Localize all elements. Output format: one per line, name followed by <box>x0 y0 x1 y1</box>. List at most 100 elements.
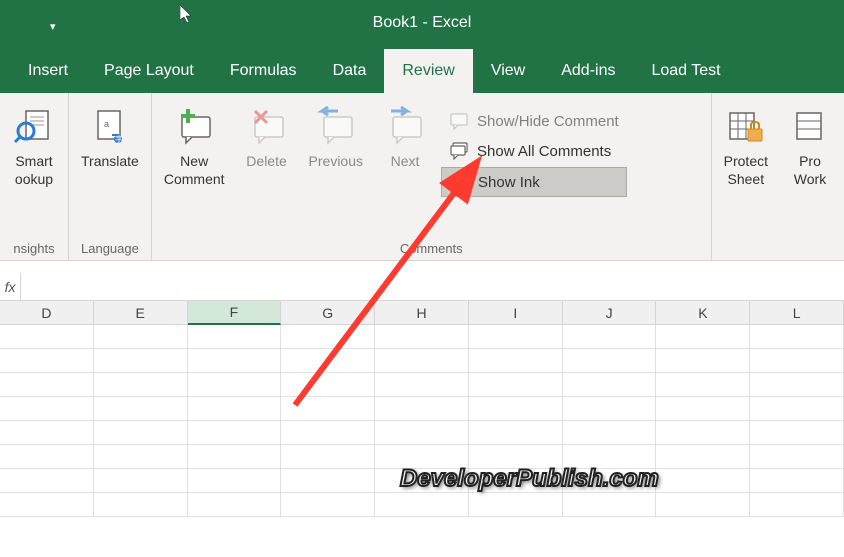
protect-sheet-button[interactable]: Protect Sheet <box>718 103 774 190</box>
cell[interactable] <box>375 373 469 397</box>
cell[interactable] <box>0 493 94 517</box>
cell[interactable] <box>94 325 188 349</box>
cell[interactable] <box>750 445 844 469</box>
cell[interactable] <box>281 469 375 493</box>
cell[interactable] <box>563 373 657 397</box>
cell[interactable] <box>94 493 188 517</box>
cell[interactable] <box>563 493 657 517</box>
tab-page-layout[interactable]: Page Layout <box>86 49 212 93</box>
cell[interactable] <box>94 445 188 469</box>
cell[interactable] <box>750 421 844 445</box>
cell[interactable] <box>750 349 844 373</box>
protect-workbook-button[interactable]: Pro Work <box>782 103 838 190</box>
cell[interactable] <box>656 493 750 517</box>
tab-review[interactable]: Review <box>384 49 472 93</box>
cell[interactable] <box>188 325 282 349</box>
tab-formulas[interactable]: Formulas <box>212 49 315 93</box>
cell[interactable] <box>281 349 375 373</box>
cell[interactable] <box>563 325 657 349</box>
col-header-f[interactable]: F <box>188 301 282 325</box>
cell[interactable] <box>750 325 844 349</box>
cell[interactable] <box>656 445 750 469</box>
tab-load-test[interactable]: Load Test <box>633 49 738 93</box>
cell[interactable] <box>563 397 657 421</box>
cell[interactable] <box>375 397 469 421</box>
cell[interactable] <box>469 373 563 397</box>
tab-insert[interactable]: Insert <box>10 49 86 93</box>
previous-comment-icon <box>314 105 358 149</box>
cell[interactable] <box>281 421 375 445</box>
cell[interactable] <box>469 493 563 517</box>
cell[interactable] <box>656 325 750 349</box>
cell[interactable] <box>0 469 94 493</box>
cell[interactable] <box>94 397 188 421</box>
show-all-comments-button[interactable]: Show All Comments <box>441 137 627 165</box>
mouse-cursor-icon <box>180 5 196 25</box>
cell[interactable] <box>0 349 94 373</box>
cell[interactable] <box>94 349 188 373</box>
col-header-k[interactable]: K <box>656 301 750 325</box>
cell[interactable] <box>375 421 469 445</box>
ribbon-tabs: Insert Page Layout Formulas Data Review … <box>0 45 844 93</box>
tab-data[interactable]: Data <box>315 49 385 93</box>
cell[interactable] <box>188 373 282 397</box>
cell[interactable] <box>563 421 657 445</box>
cell[interactable] <box>469 349 563 373</box>
smart-lookup-button[interactable]: Smart ookup <box>6 103 62 190</box>
cell[interactable] <box>0 325 94 349</box>
cell[interactable] <box>656 373 750 397</box>
cell[interactable] <box>281 493 375 517</box>
language-group-label: Language <box>75 239 145 258</box>
protect-workbook-label: Pro Work <box>794 153 826 188</box>
cell[interactable] <box>188 445 282 469</box>
col-header-d[interactable]: D <box>0 301 94 325</box>
cell[interactable] <box>656 397 750 421</box>
tab-view[interactable]: View <box>473 49 543 93</box>
cell[interactable] <box>750 373 844 397</box>
col-header-j[interactable]: J <box>563 301 657 325</box>
cell[interactable] <box>750 469 844 493</box>
tab-add-ins[interactable]: Add-ins <box>543 49 633 93</box>
delete-comment-icon <box>245 105 289 149</box>
cell[interactable] <box>94 469 188 493</box>
cell[interactable] <box>656 349 750 373</box>
cell[interactable] <box>750 397 844 421</box>
col-header-i[interactable]: I <box>469 301 563 325</box>
formula-input[interactable] <box>21 273 844 300</box>
cell[interactable] <box>0 445 94 469</box>
cell[interactable] <box>281 325 375 349</box>
cell[interactable] <box>0 421 94 445</box>
cell[interactable] <box>0 397 94 421</box>
cell[interactable] <box>375 493 469 517</box>
cell[interactable] <box>188 493 282 517</box>
cell[interactable] <box>94 373 188 397</box>
cell[interactable] <box>281 397 375 421</box>
cell[interactable] <box>563 349 657 373</box>
cell[interactable] <box>94 421 188 445</box>
cell[interactable] <box>469 397 563 421</box>
col-header-h[interactable]: H <box>375 301 469 325</box>
cell[interactable] <box>375 349 469 373</box>
cell[interactable] <box>469 421 563 445</box>
cell[interactable] <box>656 469 750 493</box>
cell[interactable] <box>281 445 375 469</box>
cell[interactable] <box>188 349 282 373</box>
cell[interactable] <box>469 325 563 349</box>
translate-button[interactable]: a 字 Translate <box>75 103 145 173</box>
new-comment-button[interactable]: New Comment <box>158 103 231 190</box>
show-ink-button[interactable]: Show Ink <box>441 167 627 197</box>
grid-row <box>0 493 844 517</box>
col-header-e[interactable]: E <box>94 301 188 325</box>
qat-dropdown-icon[interactable]: ▾ <box>50 20 56 33</box>
cell[interactable] <box>656 421 750 445</box>
fx-label[interactable]: fx <box>0 273 21 300</box>
cell[interactable] <box>375 325 469 349</box>
cell[interactable] <box>188 397 282 421</box>
col-header-g[interactable]: G <box>281 301 375 325</box>
cell[interactable] <box>0 373 94 397</box>
col-header-l[interactable]: L <box>750 301 844 325</box>
cell[interactable] <box>188 469 282 493</box>
cell[interactable] <box>281 373 375 397</box>
cell[interactable] <box>188 421 282 445</box>
cell[interactable] <box>750 493 844 517</box>
